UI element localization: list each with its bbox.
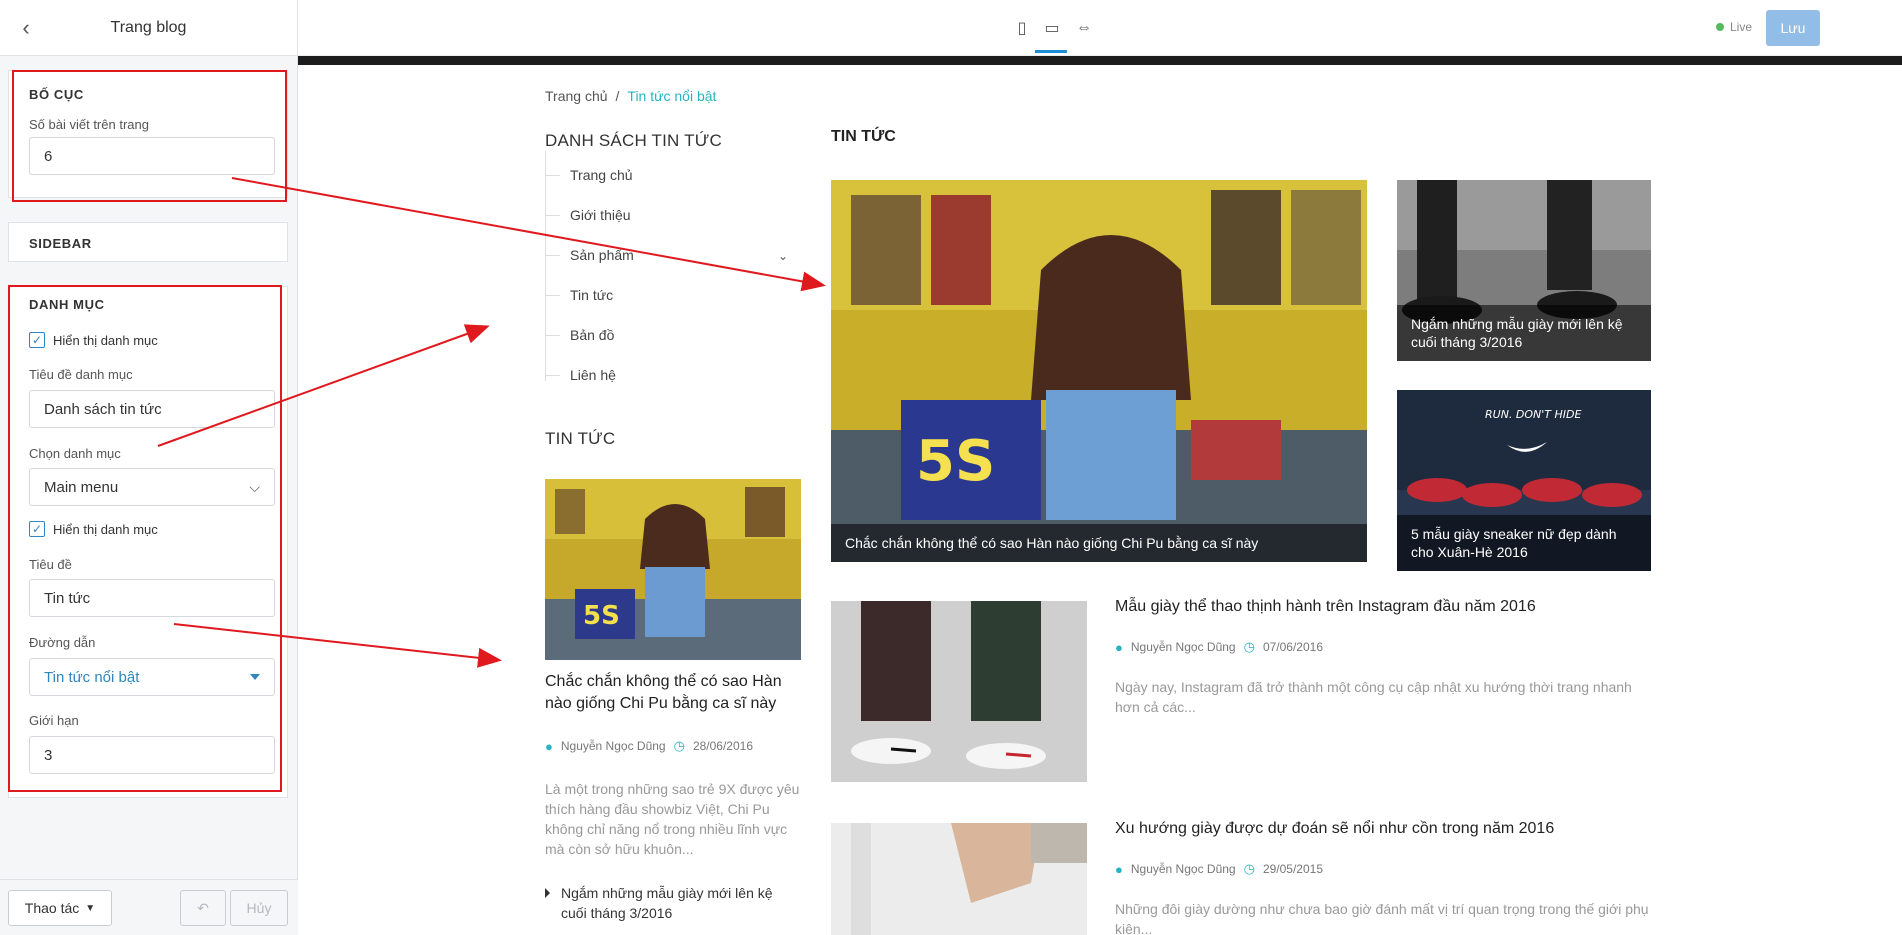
show-category-checkbox-row[interactable]: ✓ Hiển thị danh mục bbox=[29, 332, 158, 348]
cancel-button[interactable]: Hủy bbox=[230, 890, 288, 926]
post-image[interactable] bbox=[831, 823, 1087, 935]
category-heading: DANH MỤC bbox=[29, 297, 105, 312]
path-value: Tin tức nổi bật bbox=[44, 668, 140, 686]
post-meta: ● Nguyễn Ngọc Dũng ◷ 29/05/2015 bbox=[1115, 861, 1323, 877]
nav-item[interactable]: Bản đồ bbox=[545, 327, 614, 343]
check-icon[interactable]: ✓ bbox=[29, 332, 45, 348]
undo-button[interactable]: ↶ bbox=[180, 890, 226, 926]
undo-icon: ↶ bbox=[197, 899, 209, 916]
page-preview: Trang chủ / Tin tức nổi bật DANH SÁCH TI… bbox=[298, 65, 1902, 935]
nav-item[interactable]: Tin tức bbox=[545, 287, 613, 303]
side-post-title[interactable]: Chắc chắn không thể có sao Hàn nào giống… bbox=[545, 671, 801, 715]
featured-image-large[interactable]: 5S Chắc chắn không thể có sao Hàn nào gi… bbox=[831, 180, 1367, 562]
main-heading: TIN TỨC bbox=[831, 128, 896, 145]
nav-heading: DANH SÁCH TIN TỨC bbox=[545, 131, 722, 150]
side-post-meta: ● Nguyễn Ngọc Dũng ◷ 28/06/2016 bbox=[545, 738, 753, 754]
user-icon: ● bbox=[1115, 639, 1123, 655]
live-dot-icon bbox=[1716, 23, 1724, 31]
post-date: 29/05/2015 bbox=[1262, 862, 1323, 876]
store-header-strip bbox=[298, 56, 1902, 65]
nav-item[interactable]: Giới thiệu bbox=[546, 207, 631, 223]
caret-down-icon bbox=[250, 674, 260, 680]
news-heading: TIN TỨC bbox=[545, 429, 616, 448]
post-excerpt: Ngày nay, Instagram đã trở thành một côn… bbox=[1115, 679, 1632, 715]
post-author: Nguyễn Ngọc Dũng bbox=[1130, 862, 1236, 876]
posts-per-page-label: Số bài viết trên trang bbox=[29, 117, 149, 132]
clock-icon: ◷ bbox=[1243, 861, 1255, 876]
clock-icon: ◷ bbox=[1243, 639, 1255, 654]
svg-text:5S: 5S bbox=[916, 429, 995, 494]
featured-caption: Chắc chắn không thể có sao Hàn nào giống… bbox=[831, 524, 1367, 562]
actions-label: Thao tác bbox=[24, 900, 80, 916]
desktop-icon[interactable]: ▭ bbox=[1042, 18, 1062, 38]
breadcrumb: Trang chủ / Tin tức nổi bật bbox=[545, 88, 716, 104]
svg-text:5S: 5S bbox=[583, 601, 620, 631]
show-category-label: Hiển thị danh mục bbox=[53, 332, 158, 348]
nav-item[interactable]: Liên hệ bbox=[546, 367, 616, 383]
clock-icon: ◷ bbox=[673, 738, 685, 753]
title-label: Tiêu đề bbox=[29, 557, 72, 572]
featured-caption: 5 mẫu giày sneaker nữ đẹp dành cho Xuân-… bbox=[1397, 515, 1651, 571]
check-icon[interactable]: ✓ bbox=[29, 521, 45, 537]
editor-sidebar: ‹ Trang blog BỐ CỤC Số bài viết trên tra… bbox=[0, 0, 298, 935]
choose-category-select[interactable]: Main menu ⌵ bbox=[29, 468, 275, 506]
editor-title: Trang blog bbox=[110, 18, 187, 36]
category-title-input[interactable]: Danh sách tin tức bbox=[29, 390, 275, 428]
chevron-left-icon[interactable]: ‹ bbox=[12, 14, 40, 42]
chevron-down-icon[interactable]: ⌄ bbox=[778, 249, 788, 263]
post-image[interactable] bbox=[831, 601, 1087, 782]
path-select[interactable]: Tin tức nổi bật bbox=[29, 658, 275, 696]
side-post-author: Nguyễn Ngọc Dũng bbox=[560, 739, 666, 753]
show-category2-checkbox-row[interactable]: ✓ Hiển thị danh mục bbox=[29, 521, 158, 537]
live-status: Live bbox=[1716, 20, 1752, 34]
breadcrumb-home[interactable]: Trang chủ bbox=[545, 88, 608, 104]
choose-category-value: Main menu bbox=[44, 478, 119, 496]
post-excerpt: Những đôi giày dường như chưa bao giờ đá… bbox=[1115, 901, 1649, 935]
preview-toolbar: ▯ ▭ ⇔ Live Lưu bbox=[298, 0, 1902, 56]
category-panel: DANH MỤC ✓ Hiển thị danh mục Tiêu đề dan… bbox=[8, 286, 288, 798]
nav-item[interactable]: Sản phẩm bbox=[546, 247, 634, 263]
mobile-icon[interactable]: ▯ bbox=[1012, 18, 1032, 38]
featured-image-small[interactable]: RUN. DON'T HIDE 5 mẫu giày sneaker nữ đẹ… bbox=[1397, 390, 1651, 571]
side-post-image[interactable]: 5S bbox=[545, 479, 801, 660]
sidebar-panel[interactable]: SIDEBAR bbox=[8, 222, 288, 262]
breadcrumb-separator: / bbox=[615, 88, 620, 104]
post-title[interactable]: Mẫu giày thể thao thịnh hành trên Instag… bbox=[1115, 596, 1675, 618]
title-input[interactable]: Tin tức bbox=[29, 579, 275, 617]
save-button[interactable]: Lưu bbox=[1766, 10, 1820, 46]
post-date: 07/06/2016 bbox=[1262, 640, 1323, 654]
active-device-indicator bbox=[1035, 50, 1067, 53]
full-width-icon[interactable]: ⇔ bbox=[1074, 18, 1094, 38]
live-label: Live bbox=[1730, 20, 1753, 34]
limit-label: Giới hạn bbox=[29, 713, 79, 728]
layout-panel: BỐ CỤC Số bài viết trên trang 6 bbox=[8, 70, 288, 198]
side-post-excerpt: Là một trong những sao trẻ 9X được yêu t… bbox=[545, 781, 800, 857]
post-author: Nguyễn Ngọc Dũng bbox=[1130, 640, 1236, 654]
post-meta: ● Nguyễn Ngọc Dũng ◷ 07/06/2016 bbox=[1115, 639, 1323, 655]
caret-down-icon: ▼ bbox=[85, 902, 96, 914]
editor-header: ‹ Trang blog bbox=[0, 0, 297, 56]
category-title-label: Tiêu đề danh mục bbox=[29, 367, 133, 382]
shoe-ad-text: RUN. DON'T HIDE bbox=[1485, 408, 1581, 421]
layout-heading: BỐ CỤC bbox=[29, 87, 84, 102]
path-label: Đường dẫn bbox=[29, 635, 96, 650]
sidebar-heading: SIDEBAR bbox=[29, 236, 92, 251]
side-post-date: 28/06/2016 bbox=[692, 739, 753, 753]
choose-category-label: Chọn danh mục bbox=[29, 446, 121, 461]
user-icon: ● bbox=[1115, 861, 1123, 877]
side-link[interactable]: Ngắm những mẫu giày mới lên kệ cuối thán… bbox=[545, 883, 801, 923]
limit-input[interactable]: 3 bbox=[29, 736, 275, 774]
chevron-down-icon: ⌵ bbox=[249, 478, 260, 495]
post-title[interactable]: Xu hướng giày được dự đoán sẽ nổi như cồ… bbox=[1115, 818, 1675, 840]
editor-footer: Thao tác ▼ ↶ Hủy bbox=[0, 879, 298, 935]
actions-button[interactable]: Thao tác ▼ bbox=[8, 890, 112, 926]
breadcrumb-current: Tin tức nổi bật bbox=[627, 88, 717, 104]
user-icon: ● bbox=[545, 738, 553, 754]
nav-item[interactable]: Trang chủ bbox=[546, 167, 633, 183]
featured-caption: Ngắm những mẫu giày mới lên kệ cuối thán… bbox=[1397, 305, 1651, 361]
posts-per-page-input[interactable]: 6 bbox=[29, 137, 275, 175]
nav-list: Trang chủ Giới thiệu Sản phẩm ⌄ Tin tức … bbox=[545, 151, 800, 383]
featured-image-small[interactable]: Ngắm những mẫu giày mới lên kệ cuối thán… bbox=[1397, 180, 1651, 361]
show-category2-label: Hiển thị danh mục bbox=[53, 521, 158, 537]
